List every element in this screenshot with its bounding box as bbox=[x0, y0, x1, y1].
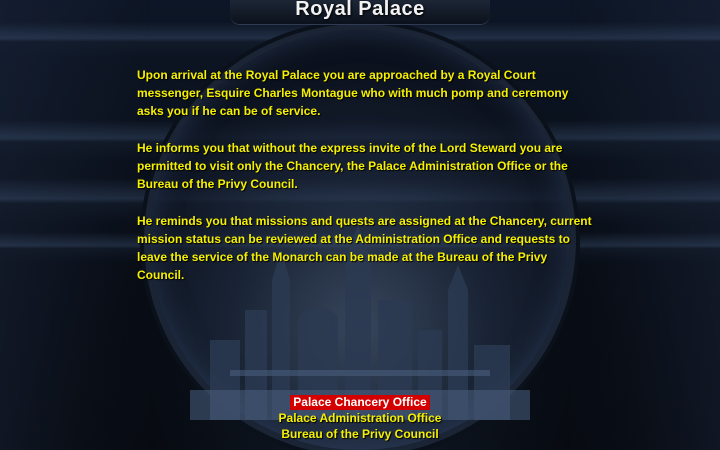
left-wall-panel bbox=[0, 0, 150, 450]
narrative-text: Upon arrival at the Royal Palace you are… bbox=[137, 66, 597, 303]
location-title: Royal Palace bbox=[295, 0, 425, 20]
location-menu: Palace Chancery Office Palace Administra… bbox=[0, 395, 720, 443]
narrative-paragraph: He reminds you that missions and quests … bbox=[137, 214, 592, 282]
narrative-paragraph: Upon arrival at the Royal Palace you are… bbox=[137, 68, 569, 118]
menu-item-administration-office[interactable]: Palace Administration Office bbox=[276, 411, 445, 426]
menu-item-privy-council[interactable]: Bureau of the Privy Council bbox=[278, 427, 441, 442]
game-screen: Royal Palace Upon arrival at the Royal P… bbox=[0, 0, 720, 450]
menu-item-chancery-office[interactable]: Palace Chancery Office bbox=[290, 395, 430, 410]
narrative-paragraph: He informs you that without the express … bbox=[137, 141, 568, 191]
